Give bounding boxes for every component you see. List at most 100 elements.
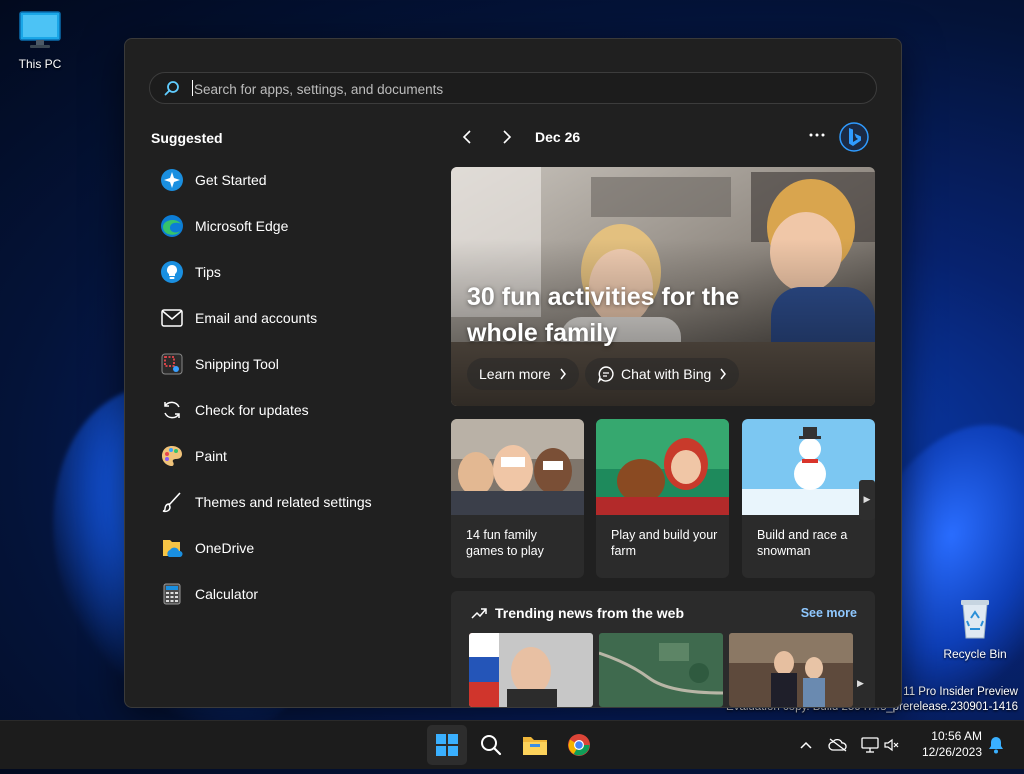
recycle-bin-icon [961,600,989,639]
content-card-snowman-game[interactable]: Build and race a snowman [742,419,875,578]
suggested-item-label: OneDrive [195,540,255,556]
suggested-item-email-and-accounts[interactable]: Email and accounts [149,295,419,341]
suggested-item-tips[interactable]: Tips [149,249,419,295]
onedrive-tray-button[interactable] [828,735,848,755]
show-hidden-icons-button[interactable] [798,735,814,755]
bing-button[interactable] [838,121,870,153]
network-icon [861,737,879,753]
trending-icon [471,608,487,619]
chevron-right-icon [503,130,512,144]
suggested-item-label: Get Started [195,172,267,188]
onedrive-icon [159,535,185,561]
trending-news-card: Trending news from the web See more [451,591,875,707]
news-image [729,633,853,707]
suggested-item-calculator[interactable]: Calculator [149,571,419,617]
trending-title: Trending news from the web [495,605,685,621]
edge-icon [159,213,185,239]
get-started-icon [159,167,185,193]
previous-button[interactable] [455,125,479,149]
suggested-item-label: Check for updates [195,402,309,418]
quick-settings-button[interactable] [860,735,900,755]
content-card-farm-game[interactable]: Play and build your farm [596,419,729,578]
suggested-item-label: Tips [195,264,221,280]
suggested-item-snipping-tool[interactable]: Snipping Tool [149,341,419,387]
taskbar-date: 12/26/2023 [921,745,982,759]
trending-header: Trending news from the web [471,605,684,621]
refresh-icon [159,397,185,423]
news-image [599,633,723,707]
file-explorer-button[interactable] [515,725,555,765]
search-box[interactable] [149,72,877,105]
chevron-up-icon [800,741,812,749]
search-icon [164,81,179,96]
snipping-tool-icon [159,351,185,377]
news-image [469,633,593,707]
windows-logo-icon [436,734,458,756]
more-dots-icon [809,133,825,137]
learn-more-label: Learn more [479,366,551,382]
chevron-left-icon [462,130,471,144]
next-button[interactable] [495,125,519,149]
play-arrow-icon[interactable]: ▶ [857,679,864,689]
content-card-family-games[interactable]: 14 fun family games to play [451,419,584,578]
taskbar: 10:56 AM 12/26/2023 [0,720,1024,769]
suggested-item-microsoft-edge[interactable]: Microsoft Edge [149,203,419,249]
chat-with-bing-label: Chat with Bing [621,366,712,382]
suggested-item-check-for-updates[interactable]: Check for updates [149,387,419,433]
learn-more-button[interactable]: Learn more [467,358,579,390]
card-image [451,419,584,515]
desktop-icon-label: This PC [18,57,62,71]
bell-icon [989,737,1003,754]
calculator-icon [159,581,185,607]
suggested-list: Get Started Microsoft Edge Tips Email an… [149,157,419,617]
suggested-item-label: Microsoft Edge [195,218,289,234]
start-button[interactable] [427,725,467,765]
more-options-button[interactable] [805,123,829,147]
search-input[interactable] [192,73,856,105]
tips-icon [159,259,185,285]
chrome-button[interactable] [559,725,599,765]
suggested-title: Suggested [151,130,223,146]
search-icon [481,735,502,756]
hero-title: 30 fun activities for the whole family [467,283,740,347]
mail-icon [159,305,185,331]
news-thumbnail[interactable] [599,633,723,707]
taskbar-time: 10:56 AM [931,729,982,743]
chevron-right-icon [560,368,566,380]
folder-icon [523,737,547,755]
notifications-button[interactable] [986,735,1006,755]
card-image [742,419,875,515]
search-taskbar-button[interactable] [471,725,511,765]
suggested-item-get-started[interactable]: Get Started [149,157,419,203]
desktop-icon-label: Recycle Bin [943,647,1007,661]
suggested-item-label: Themes and related settings [195,494,372,510]
see-more-link[interactable]: See more [801,606,857,620]
suggested-item-label: Calculator [195,586,259,602]
suggested-item-paint[interactable]: Paint [149,433,419,479]
card-image [596,419,729,515]
chat-icon [597,366,614,383]
news-thumbnail[interactable] [729,633,853,707]
brush-icon [159,489,185,515]
paint-icon [159,443,185,469]
desktop-icon-recycle-bin[interactable]: Recycle Bin [935,596,1015,661]
suggested-item-themes[interactable]: Themes and related settings [149,479,419,525]
chrome-icon [568,734,590,756]
volume-muted-icon [884,738,899,752]
chat-with-bing-button[interactable]: Chat with Bing [585,358,740,390]
card-caption: Build and race a snowman [757,528,848,558]
suggested-item-label: Snipping Tool [195,356,279,372]
cards-scroll-right-button[interactable]: ▶ [859,480,875,520]
clock-button[interactable]: 10:56 AM 12/26/2023 [920,728,982,760]
bing-icon [839,122,869,152]
cloud-off-icon [828,738,847,752]
text-caret [192,80,193,96]
suggested-item-label: Email and accounts [195,310,318,326]
start-menu: Suggested Get Started Microsoft Edge Tip… [124,38,902,708]
desktop-icon-this-pc[interactable]: This PC [0,10,80,71]
card-caption: 14 fun family games to play [466,528,544,558]
news-thumbnail[interactable] [469,633,593,707]
suggested-item-onedrive[interactable]: OneDrive [149,525,419,571]
hero-card[interactable]: 30 fun activities for the whole family L… [451,167,875,406]
suggested-item-label: Paint [195,448,227,464]
